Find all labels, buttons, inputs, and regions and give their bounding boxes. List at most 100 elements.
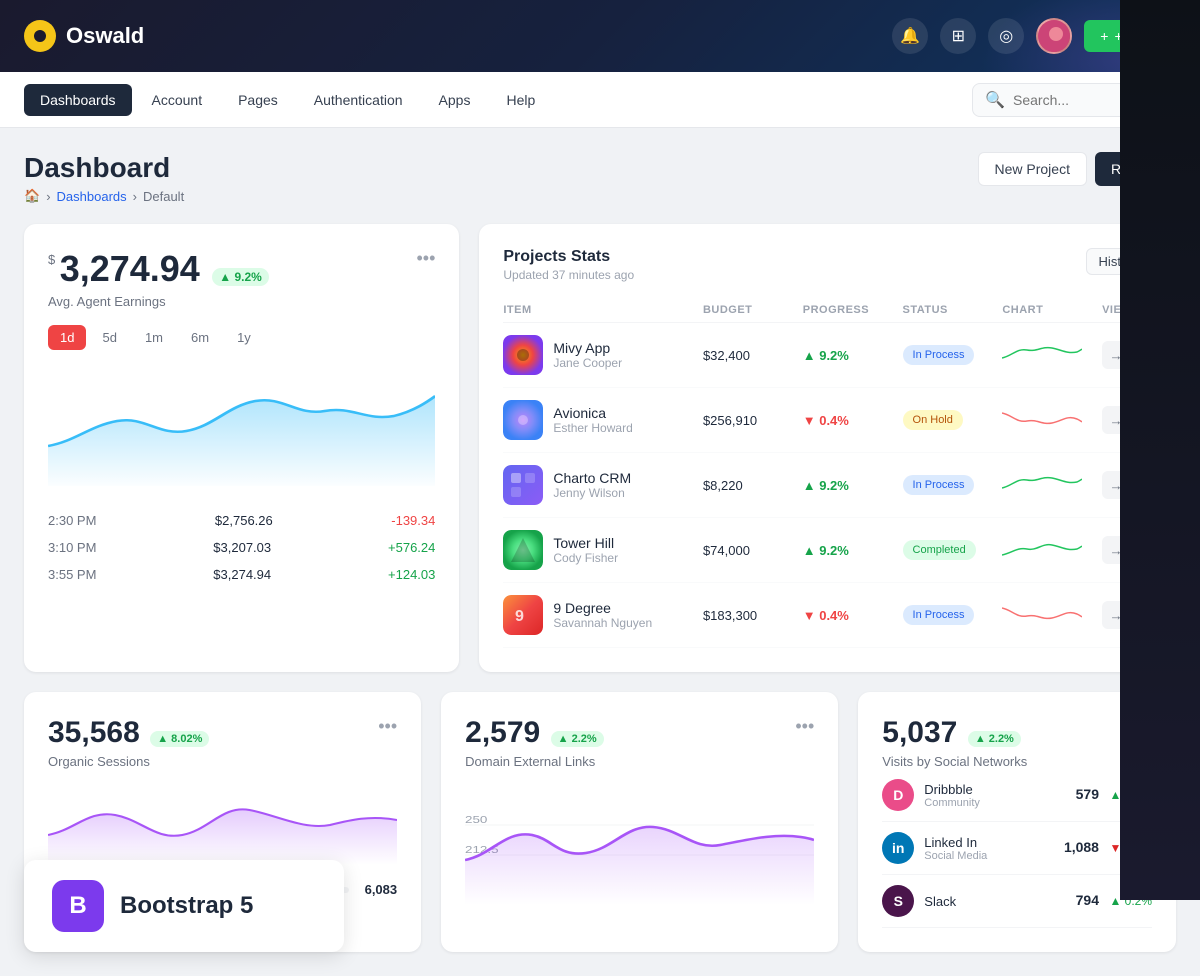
- organic-sessions-card: 35,568 ▲ 8.02% Organic Sessions •••: [24, 692, 421, 952]
- logo-icon: [24, 20, 56, 52]
- nav-pages[interactable]: Pages: [222, 84, 294, 116]
- nav-items: Dashboards Account Pages Authentication …: [24, 84, 551, 116]
- amount-3: $3,274.94: [213, 567, 271, 582]
- chart-mivy: [1002, 338, 1102, 373]
- social-networks-card: 5,037 ▲ 2.2% Visits by Social Networks •…: [858, 692, 1176, 952]
- project-details-mivy: Mivy App Jane Cooper: [553, 340, 622, 370]
- nav-help[interactable]: Help: [490, 84, 551, 116]
- time-filter-5d[interactable]: 5d: [90, 325, 128, 350]
- avatar[interactable]: [1036, 18, 1072, 54]
- time-filter-1y[interactable]: 1y: [225, 325, 263, 350]
- project-info-avionica: Avionica Esther Howard: [503, 400, 703, 440]
- project-info-charto: Charto CRM Jenny Wilson: [503, 465, 703, 505]
- col-item: ITEM: [503, 304, 703, 316]
- invite-label: + Invite: [1114, 28, 1160, 44]
- projects-subtitle: Updated 37 minutes ago: [503, 268, 634, 282]
- view-btn-mivy[interactable]: →: [1102, 341, 1130, 369]
- social-row-linkedin: in Linked In Social Media 1,088 ▼ 0.4%: [882, 822, 1152, 875]
- projects-title: Projects Stats: [503, 248, 634, 266]
- nav-bar: Dashboards Account Pages Authentication …: [0, 72, 1200, 128]
- nav-account[interactable]: Account: [136, 84, 219, 116]
- domain-change-badge: ▲ 2.2%: [551, 731, 604, 747]
- status-badge-charto: In Process: [903, 475, 975, 495]
- table-row: Tower Hill Cody Fisher $74,000 ▲ 9.2% Co…: [503, 518, 1152, 583]
- chart-9degree: [1002, 598, 1102, 633]
- chart-avionica: [1002, 403, 1102, 438]
- table-row: Avionica Esther Howard $256,910 ▼ 0.4% O…: [503, 388, 1152, 453]
- social-stat: 5,037 ▲ 2.2% Visits by Social Networks: [882, 716, 1027, 769]
- nav-dashboards[interactable]: Dashboards: [24, 84, 132, 116]
- currency-symbol: $: [48, 252, 55, 267]
- organic-number-row: 35,568 ▲ 8.02%: [48, 716, 209, 750]
- invite-button[interactable]: + + Invite: [1084, 20, 1176, 52]
- organic-label: Organic Sessions: [48, 754, 209, 769]
- project-thumb-9degree: 9: [503, 595, 543, 635]
- bottom-grid-row: 35,568 ▲ 8.02% Organic Sessions •••: [24, 692, 1176, 952]
- col-status: STATUS: [903, 304, 1003, 316]
- breadcrumb-default: Default: [143, 189, 184, 204]
- domain-menu-icon[interactable]: •••: [795, 716, 814, 737]
- history-button[interactable]: History: [1086, 248, 1152, 275]
- project-info-mivy: Mivy App Jane Cooper: [503, 335, 703, 375]
- social-number-row: 5,037 ▲ 2.2%: [882, 716, 1027, 750]
- time-filter-6m[interactable]: 6m: [179, 325, 221, 350]
- nav-authentication[interactable]: Authentication: [298, 84, 419, 116]
- organic-menu-icon[interactable]: •••: [378, 716, 397, 737]
- view-btn-tower[interactable]: →: [1102, 536, 1130, 564]
- notification-icon-btn[interactable]: 🔔: [892, 18, 928, 54]
- grid-icon-btn[interactable]: ⊞: [940, 18, 976, 54]
- view-btn-charto[interactable]: →: [1102, 471, 1130, 499]
- page-header: Dashboard 🏠 › Dashboards › Default New P…: [24, 152, 1176, 204]
- earnings-chart: [48, 366, 435, 491]
- organic-number: 35,568: [48, 716, 140, 749]
- amount-2: $3,207.03: [213, 540, 271, 555]
- time-filter-1m[interactable]: 1m: [133, 325, 175, 350]
- share-icon-btn[interactable]: ◎: [988, 18, 1024, 54]
- project-thumb-mivy: [503, 335, 543, 375]
- change-3: +124.03: [388, 567, 435, 582]
- table-row: Mivy App Jane Cooper $32,400 ▲ 9.2% In P…: [503, 323, 1152, 388]
- domain-number: 2,579: [465, 716, 540, 749]
- search-icon: 🔍: [985, 90, 1005, 110]
- status-badge-mivy: In Process: [903, 345, 975, 365]
- page-actions: New Project Reports: [978, 152, 1177, 186]
- nav-apps[interactable]: Apps: [423, 84, 487, 116]
- geo-value: 6,083: [357, 882, 397, 897]
- earnings-header: $ 3,274.94 ▲ 9.2% Avg. Agent Earnings: [48, 248, 269, 309]
- col-view: VIEW: [1102, 304, 1152, 316]
- project-details-avionica: Avionica Esther Howard: [553, 405, 632, 435]
- project-thumb-tower: [503, 530, 543, 570]
- status-badge-9degree: In Process: [903, 605, 975, 625]
- page-title: Dashboard: [24, 152, 184, 184]
- new-project-button[interactable]: New Project: [978, 152, 1087, 186]
- domain-stat: 2,579 ▲ 2.2% Domain External Links: [465, 716, 604, 769]
- reports-button[interactable]: Reports: [1095, 152, 1176, 186]
- organic-stat: 35,568 ▲ 8.02% Organic Sessions: [48, 716, 209, 769]
- social-label: Visits by Social Networks: [882, 754, 1027, 769]
- chart-charto: [1002, 468, 1102, 503]
- search-input[interactable]: [1013, 92, 1163, 108]
- earnings-rows: 2:30 PM $2,756.26 -139.34 3:10 PM $3,207…: [48, 507, 435, 588]
- organic-change-badge: ▲ 8.02%: [150, 731, 209, 747]
- project-details-charto: Charto CRM Jenny Wilson: [553, 470, 631, 500]
- view-btn-9degree[interactable]: →: [1102, 601, 1130, 629]
- time-filters: 1d 5d 1m 6m 1y: [48, 325, 435, 350]
- time-filter-1d[interactable]: 1d: [48, 325, 86, 350]
- table-header: ITEM BUDGET PROGRESS STATUS CHART VIEW: [503, 298, 1152, 323]
- header-actions: 🔔 ⊞ ◎ + + Invite: [892, 18, 1176, 54]
- bootstrap-text: Bootstrap 5: [120, 892, 253, 920]
- project-thumb-avionica: [503, 400, 543, 440]
- main-content: Dashboard 🏠 › Dashboards › Default New P…: [0, 128, 1200, 976]
- social-change-badge: ▲ 2.2%: [968, 731, 1021, 747]
- social-menu-icon[interactable]: •••: [1133, 716, 1152, 737]
- breadcrumb-dashboards[interactable]: Dashboards: [57, 189, 127, 204]
- card-menu-icon[interactable]: •••: [416, 248, 435, 269]
- col-chart: CHART: [1002, 304, 1102, 316]
- project-details-9degree: 9 Degree Savannah Nguyen: [553, 600, 652, 630]
- view-btn-avionica[interactable]: →: [1102, 406, 1130, 434]
- social-number: 5,037: [882, 716, 957, 749]
- col-progress: PROGRESS: [803, 304, 903, 316]
- bootstrap-icon: B: [52, 880, 104, 932]
- earnings-change-badge: ▲ 9.2%: [212, 268, 269, 286]
- earnings-amount: 3,274.94: [60, 248, 200, 289]
